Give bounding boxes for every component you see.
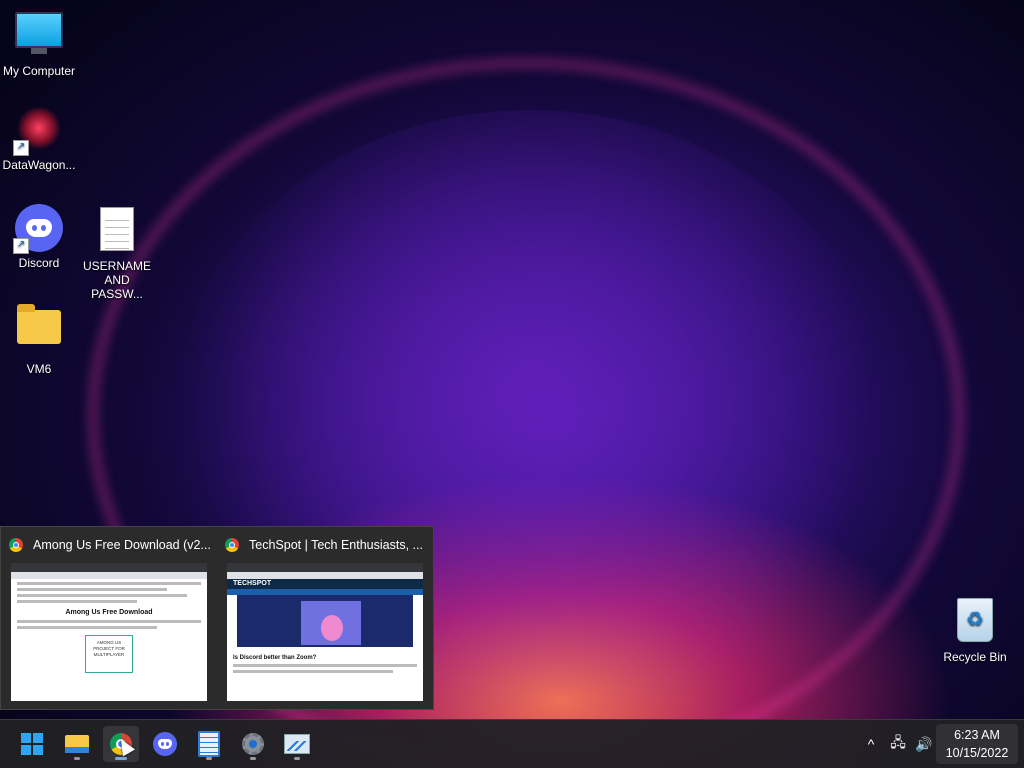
- text-document-icon: [93, 207, 141, 255]
- preview-thumbnail: Among Us Free Download AMONG US PROJECT …: [11, 563, 207, 701]
- notepad-icon: [198, 731, 220, 757]
- desktop-icon-my-computer[interactable]: My Computer: [0, 10, 78, 78]
- file-explorer-icon: [65, 735, 89, 753]
- taskbar-preview-popup: Among Us Free Download (v2... Among Us F…: [0, 526, 434, 710]
- windows-logo-icon: [21, 733, 43, 755]
- desktop-icon-label: DataWagon...: [2, 158, 76, 172]
- shortcut-arrow-icon: ↗: [13, 238, 29, 254]
- taskbar-notepad[interactable]: [191, 726, 227, 762]
- preview-window-techspot[interactable]: TechSpot | Tech Enthusiasts, ... TECHSPO…: [217, 527, 433, 709]
- desktop-icon-datawagon[interactable]: ↗ DataWagon...: [0, 106, 78, 172]
- desktop-icon-label-line2: AND PASSW...: [91, 273, 143, 301]
- monitor-icon: [15, 12, 63, 60]
- preview-title: Among Us Free Download (v2...: [33, 538, 211, 552]
- network-icon[interactable]: 🖧: [886, 720, 910, 768]
- datawagon-icon: ↗: [13, 106, 63, 156]
- taskbar-settings[interactable]: [235, 726, 271, 762]
- show-hidden-icons-chevron-icon[interactable]: ^: [860, 720, 882, 768]
- taskbar-resource-monitor[interactable]: [279, 726, 315, 762]
- preview-thumbnail: TECHSPOT Is Discord better than Zoom?: [227, 563, 423, 701]
- start-button[interactable]: [14, 726, 50, 762]
- taskbar-discord[interactable]: [147, 726, 183, 762]
- desktop-icon-credentials-file[interactable]: USERNAME AND PASSW...: [78, 204, 156, 301]
- chrome-icon: [225, 538, 239, 552]
- resource-monitor-icon: [284, 734, 310, 754]
- desktop-icon-label-line1: USERNAME: [82, 259, 151, 273]
- thumbnail-question: Is Discord better than Zoom?: [233, 655, 317, 661]
- folder-icon: [15, 304, 63, 358]
- desktop-icon-label: Recycle Bin: [943, 650, 1007, 664]
- volume-icon[interactable]: 🔊: [912, 720, 936, 768]
- clock-date: 10/15/2022: [945, 746, 1009, 760]
- desktop-icon-vm6[interactable]: VM6: [0, 302, 78, 376]
- desktop-icon-discord[interactable]: ↗ Discord: [0, 204, 78, 270]
- discord-icon: ↗: [13, 204, 63, 254]
- shortcut-arrow-icon: ↗: [13, 140, 29, 156]
- desktop-icon-label: Discord: [18, 256, 60, 270]
- preview-title: TechSpot | Tech Enthusiasts, ...: [249, 538, 423, 552]
- recycle-bin-icon: ♻: [951, 598, 999, 646]
- thumbnail-heading: Among Us Free Download: [65, 609, 153, 616]
- system-clock[interactable]: 6:23 AM 10/15/2022: [936, 724, 1018, 764]
- desktop-icon-label: My Computer: [2, 64, 76, 78]
- gear-icon: [242, 733, 264, 755]
- preview-window-among-us[interactable]: Among Us Free Download (v2... Among Us F…: [1, 527, 217, 709]
- desktop: My Computer ↗ DataWagon... ↗ Discord USE…: [0, 0, 1024, 768]
- discord-icon: [153, 732, 177, 756]
- clock-time: 6:23 AM: [954, 728, 1000, 742]
- taskbar: ^ 🖧 🔊 6:23 AM 10/15/2022: [0, 719, 1024, 768]
- desktop-icon-label: VM6: [26, 362, 52, 376]
- thumbnail-site-name: TECHSPOT: [227, 579, 423, 589]
- thumbnail-box: AMONG US PROJECT FOR MULTIPLAYER: [85, 635, 133, 673]
- desktop-icon-recycle-bin[interactable]: ♻ Recycle Bin: [936, 596, 1014, 664]
- chrome-icon: [9, 538, 23, 552]
- taskbar-file-explorer[interactable]: [59, 726, 95, 762]
